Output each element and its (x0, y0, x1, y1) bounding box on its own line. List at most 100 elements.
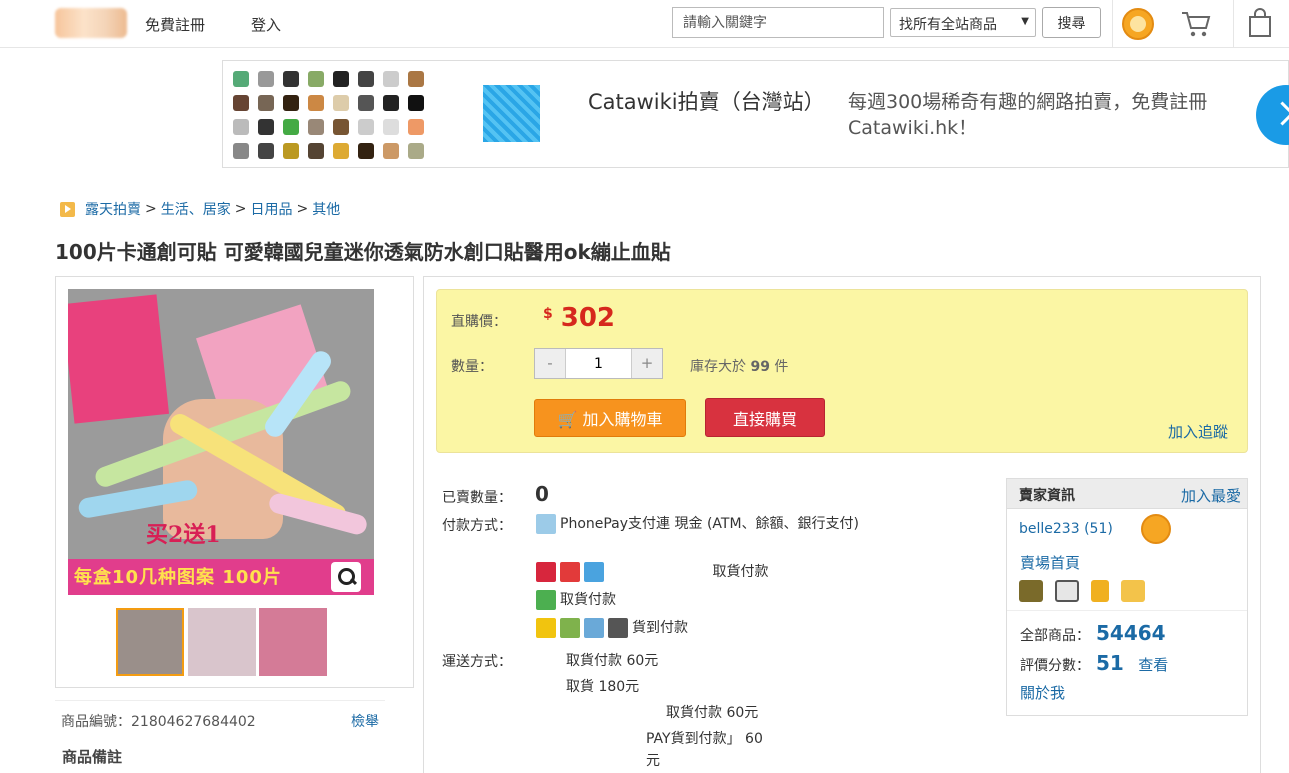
sold-count: 0 (535, 482, 549, 506)
shopping-bag-icon[interactable] (1247, 8, 1273, 38)
product-sku-row: 商品編號：21804627684402 檢舉 (55, 700, 385, 731)
chevron-right-icon[interactable] (1256, 85, 1289, 145)
payment-option-1: PhonePay支付連 現金 (ATM、餘額、銀行支付) (536, 513, 886, 535)
breadcrumb-separator: > (296, 201, 309, 217)
product-gallery: 买2送1 每盒10几种图案 100片 (55, 276, 414, 688)
stock-unit: 件 (774, 359, 789, 375)
seller-score-label: 評價分數： (1020, 658, 1090, 674)
seller-badges (1019, 580, 1145, 602)
search-button[interactable]: 搜尋 (1042, 7, 1101, 38)
zoom-icon[interactable] (331, 562, 361, 592)
seller-shop-link[interactable]: 賣場首頁 (1020, 552, 1080, 573)
payment-label: 付款方式： (442, 518, 512, 534)
notes-title: 商品備註 (62, 748, 123, 766)
thumbnail-3[interactable] (259, 608, 327, 676)
site-logo[interactable] (55, 8, 127, 38)
sold-label: 已賣數量： (442, 490, 512, 506)
verified-phone-icon (1019, 580, 1043, 602)
breadcrumb: 露天拍賣 > 生活、居家 > 日用品 > 其他 (60, 199, 340, 219)
payment-option-3: 取貨付款 (536, 589, 616, 611)
view-ratings-link[interactable]: 查看 (1138, 656, 1168, 674)
collectibles-icon-grid (229, 67, 429, 163)
user-avatar-icon[interactable] (1122, 8, 1154, 40)
header-divider (1112, 0, 1113, 47)
breadcrumb-separator: > (234, 201, 247, 217)
header-divider (1233, 0, 1234, 47)
sku-value: 21804627684402 (131, 714, 256, 730)
quantity-stepper: - + (534, 348, 663, 379)
add-to-watchlist-link[interactable]: 加入追蹤 (1168, 421, 1228, 442)
breadcrumb-category-2[interactable]: 日用品 (250, 199, 292, 219)
search-scope-select[interactable]: 找所有全站商品 ▼ (890, 8, 1036, 37)
promo-text: 买2送1 (146, 522, 221, 548)
payment-badge-icon (1121, 580, 1145, 602)
shipping-option-3: 取貨付款 60元 (666, 705, 759, 721)
banner-title: Catawiki拍賣（台灣站） (588, 90, 825, 114)
sku-label: 商品編號： (61, 714, 131, 730)
payment-text-2: 取貨付款 (712, 564, 769, 580)
quantity-decrease-button[interactable]: - (535, 349, 566, 378)
seller-rating-count: (51) (1084, 521, 1113, 537)
cart-icon: 🛒 (557, 410, 578, 429)
seller-info-box: 賣家資訊 加入最愛 belle233 (51) 賣場首頁 全部商品： 54464 … (1006, 478, 1248, 716)
quantity-increase-button[interactable]: + (631, 349, 662, 378)
quantity-input[interactable] (566, 349, 631, 378)
stock-info: 庫存大於 99 件 (690, 356, 788, 376)
lock-icon (1091, 580, 1109, 602)
catawiki-logo (483, 85, 540, 142)
payment-text-3: 取貨付款 (560, 592, 616, 608)
seller-score-value: 51 (1096, 651, 1124, 675)
price-label: 直購價： (451, 314, 507, 330)
breadcrumb-category-3[interactable]: 其他 (312, 199, 340, 219)
payment-text-1: PhonePay支付連 現金 (ATM、餘額、銀行支付) (560, 516, 859, 532)
breadcrumb-category-1[interactable]: 生活、居家 (161, 199, 231, 219)
cart-icon[interactable] (1180, 9, 1212, 39)
seller-username: belle233 (1019, 521, 1080, 537)
seller-avatar[interactable] (1141, 514, 1171, 544)
convenience-store-icons (536, 561, 608, 583)
thumbnail-2[interactable] (188, 608, 256, 676)
thumbnail-1[interactable] (116, 608, 184, 676)
search-input[interactable] (672, 7, 884, 38)
chevron-down-icon: ▼ (1021, 16, 1029, 27)
stock-count: 99 (750, 359, 770, 375)
shipping-option-2: 取貨 180元 (566, 679, 640, 695)
payment-option-4: 貨到付款 (536, 617, 688, 639)
report-link[interactable]: 檢舉 (351, 711, 379, 731)
product-main-image[interactable]: 买2送1 每盒10几种图案 100片 (68, 289, 374, 595)
top-header: 免費註冊 登入 找所有全站商品 ▼ 搜尋 (0, 0, 1289, 48)
buy-now-button[interactable]: 直接購買 (705, 398, 825, 437)
add-favorite-seller-link[interactable]: 加入最愛 (1181, 485, 1241, 506)
delivery-icons (536, 617, 632, 639)
seller-info-title: 賣家資訊 (1019, 488, 1075, 504)
payment-text-4: 貨到付款 (632, 620, 688, 636)
breadcrumb-root[interactable]: 露天拍賣 (85, 199, 141, 219)
breadcrumb-separator: > (145, 201, 157, 217)
quantity-label: 數量： (451, 359, 493, 375)
seller-total-items: 全部商品： 54464 (1020, 621, 1166, 645)
seller-info-header: 賣家資訊 加入最愛 (1007, 479, 1247, 509)
ad-banner[interactable]: Catawiki拍賣（台灣站） 每週300場稀奇有趣的網路拍賣，免費註冊Cata… (222, 60, 1289, 168)
payment-icon (536, 513, 560, 535)
verified-email-icon (1055, 580, 1079, 602)
price-number: 302 (560, 303, 616, 333)
banner-description: 每週300場稀奇有趣的網路拍賣，免費註冊Catawiki.hk！ (848, 91, 1208, 139)
shipping-option-1: 取貨付款 60元 (566, 653, 659, 669)
seller-total-label: 全部商品： (1020, 628, 1090, 644)
shipping-label: 運送方式： (442, 654, 512, 670)
seller-score: 評價分數： 51 查看 (1020, 651, 1168, 675)
price-value: $302 (543, 303, 615, 333)
add-to-cart-button[interactable]: 🛒 加入購物車 (534, 399, 686, 437)
play-icon (60, 201, 75, 217)
about-seller-link[interactable]: 關於我 (1020, 682, 1065, 703)
seller-name[interactable]: belle233 (51) (1019, 521, 1113, 537)
shipping-option-4: PAY貨到付款」 60元 (646, 731, 763, 769)
product-title: 100片卡通創可貼 可愛韓國兒童迷你透氣防水創口貼醫用ok繃止血貼 (55, 240, 671, 264)
login-link[interactable]: 登入 (251, 14, 281, 35)
stock-prefix: 庫存大於 (690, 359, 746, 375)
promo-banner-text: 每盒10几种图案 100片 (74, 567, 282, 588)
store-icon (536, 589, 560, 611)
add-to-cart-label: 加入購物車 (582, 410, 663, 429)
register-link[interactable]: 免費註冊 (145, 14, 205, 35)
search-scope-label: 找所有全站商品 (899, 17, 997, 33)
